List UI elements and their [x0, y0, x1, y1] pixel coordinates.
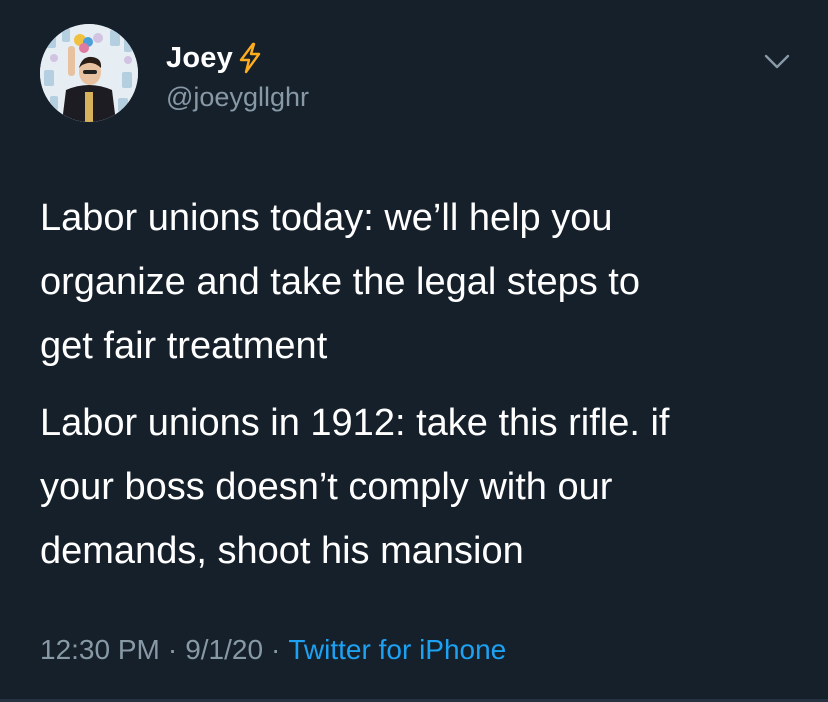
tweet-paragraph: Labor unions in 1912: take this rifle. i…	[40, 402, 670, 572]
tweet-date[interactable]: 9/1/20	[185, 634, 263, 665]
display-name[interactable]: Joey	[166, 42, 233, 75]
avatar[interactable]	[40, 24, 138, 122]
tweet-meta: 12:30 PM · 9/1/20 · Twitter for iPhone	[40, 634, 506, 666]
tweet-time[interactable]: 12:30 PM	[40, 634, 160, 665]
meta-separator: ·	[167, 634, 178, 665]
user-handle[interactable]: @joeygllghr	[166, 82, 309, 113]
lightning-bolt-icon	[237, 42, 263, 74]
avatar-photo	[40, 24, 138, 122]
tweet-source-link[interactable]: Twitter for iPhone	[288, 634, 506, 665]
display-name-row[interactable]: Joey	[166, 40, 263, 76]
meta-separator: ·	[271, 634, 281, 665]
chevron-down-icon[interactable]	[760, 46, 794, 76]
tweet-paragraph: Labor unions today: we’ll help you organ…	[40, 197, 640, 367]
tweet-text: Labor unions today: we’ll help you organ…	[40, 186, 800, 596]
tweet-card: Joey @joeygllghr Labor unions today: we’…	[0, 0, 828, 702]
